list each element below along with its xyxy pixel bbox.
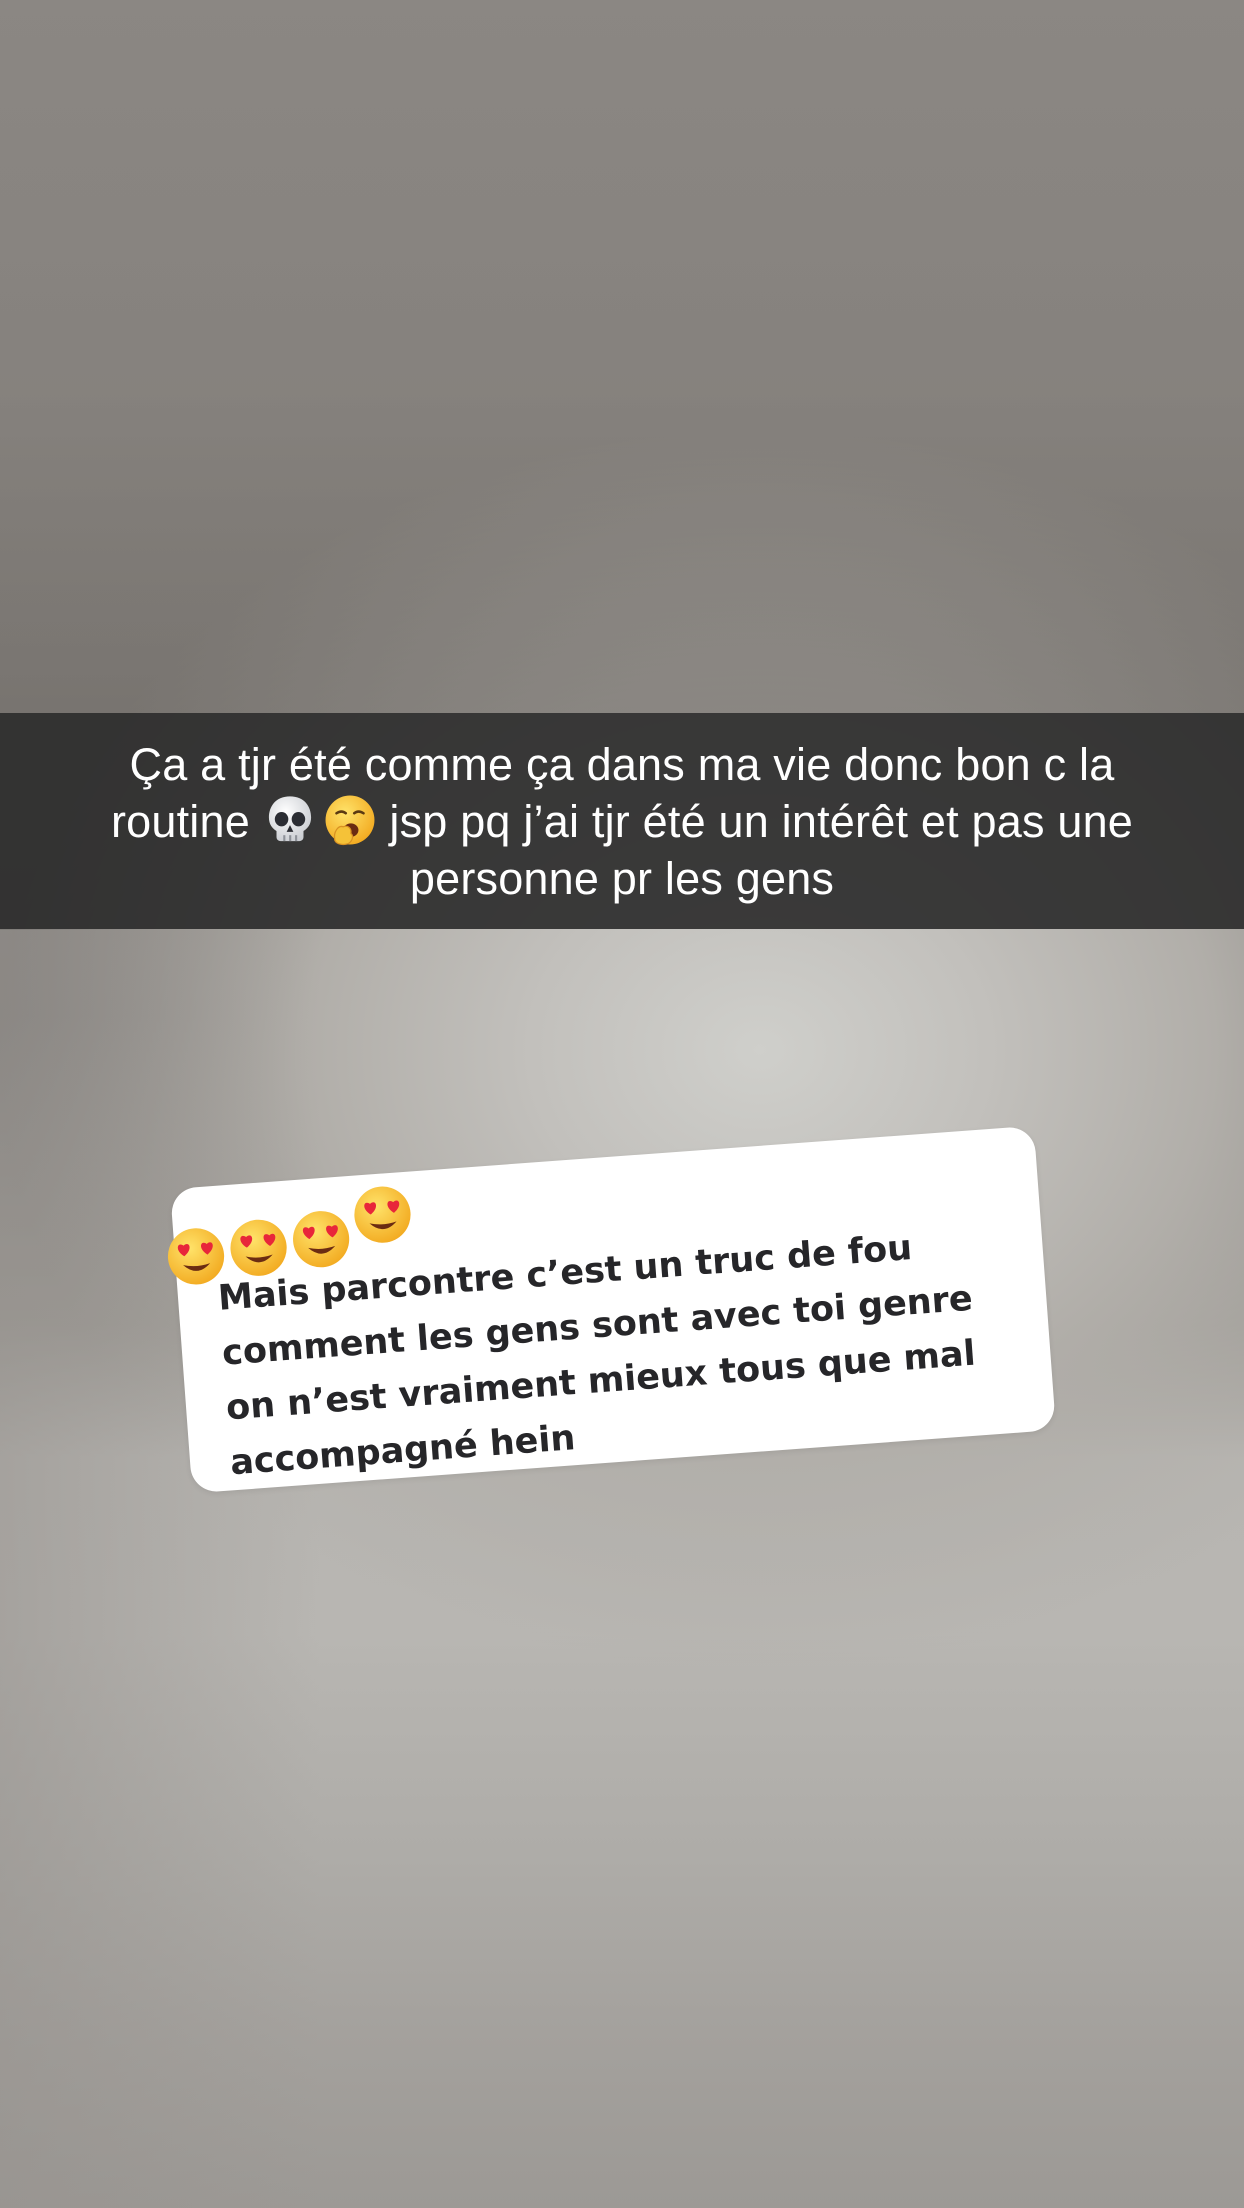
caption-line-2-start: routine xyxy=(110,795,263,847)
caption-line-1: Ça a tjr été comme ça dans ma vie donc b… xyxy=(129,738,1115,790)
background-left-shade xyxy=(0,930,320,2208)
caption-text: Ça a tjr été comme ça dans ma vie donc b… xyxy=(22,736,1222,907)
caption-line-3: personne pr les gens xyxy=(409,852,835,904)
reply-sticker-card[interactable]: Mais parcontre c’est un truc de fou comm… xyxy=(167,1125,1057,1494)
caption-bar[interactable]: Ça a tjr été comme ça dans ma vie donc b… xyxy=(0,713,1244,929)
heart-eyes-emoji-row xyxy=(161,1176,465,1285)
heart-eyes-icon xyxy=(354,1186,411,1243)
caption-line-2-end: jsp pq j’ai tjr été un intérêt et pas un… xyxy=(376,795,1134,847)
yawning-face-icon xyxy=(325,795,375,845)
skull-icon xyxy=(268,795,311,841)
background-wall-shade xyxy=(0,0,1244,713)
